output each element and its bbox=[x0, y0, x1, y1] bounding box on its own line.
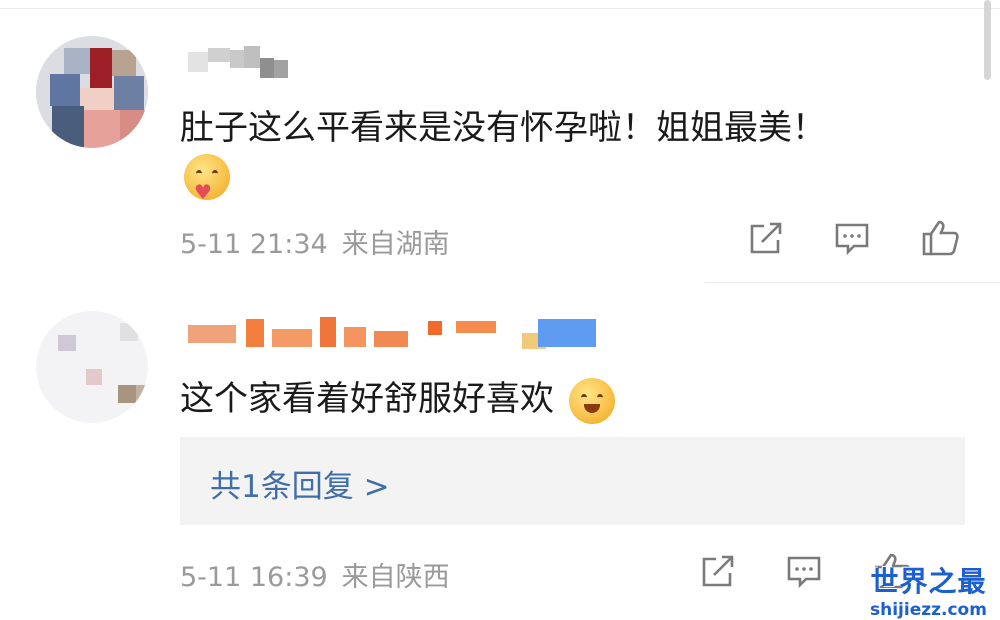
comment-item: 肚子这么平看来是没有怀孕啦！姐姐最美！ ♥ 5-11 21:34 来自湖南 bbox=[0, 0, 1000, 282]
comment-location: 来自陕西 bbox=[341, 562, 450, 593]
happy-heart-emoji bbox=[568, 377, 615, 424]
comment-meta: 5-11 21:34 来自湖南 bbox=[180, 222, 450, 261]
comment-text: 肚子这么平看来是没有怀孕啦！姐姐最美！ bbox=[180, 108, 826, 148]
share-icon[interactable] bbox=[700, 553, 736, 589]
hugging-heart-emoji: ♥ bbox=[184, 154, 230, 202]
watermark-title: 世界之最 bbox=[870, 565, 987, 598]
watermark-url: shijiezz.com bbox=[870, 600, 987, 620]
reply-summary-box[interactable]: 共1条回复 > bbox=[180, 437, 965, 525]
username-redacted[interactable] bbox=[188, 317, 598, 351]
username-redacted[interactable] bbox=[188, 46, 293, 80]
like-icon[interactable] bbox=[920, 218, 960, 258]
avatar[interactable] bbox=[36, 36, 148, 148]
avatar[interactable] bbox=[36, 311, 148, 423]
comment-icon[interactable] bbox=[786, 553, 822, 589]
watermark: 世界之最 shijiezz.com bbox=[870, 560, 987, 620]
comment-icon[interactable] bbox=[834, 220, 870, 256]
comment-text: 这个家看着好舒服好喜欢 bbox=[180, 371, 615, 424]
reply-count-link[interactable]: 共1条回复 > bbox=[210, 461, 390, 506]
comment-meta: 5-11 16:39 来自陕西 bbox=[180, 555, 450, 594]
comment-date: 5-11 16:39 bbox=[180, 562, 328, 593]
comment-date: 5-11 21:34 bbox=[180, 229, 328, 260]
comment-location: 来自湖南 bbox=[341, 229, 450, 260]
share-icon[interactable] bbox=[748, 220, 784, 256]
